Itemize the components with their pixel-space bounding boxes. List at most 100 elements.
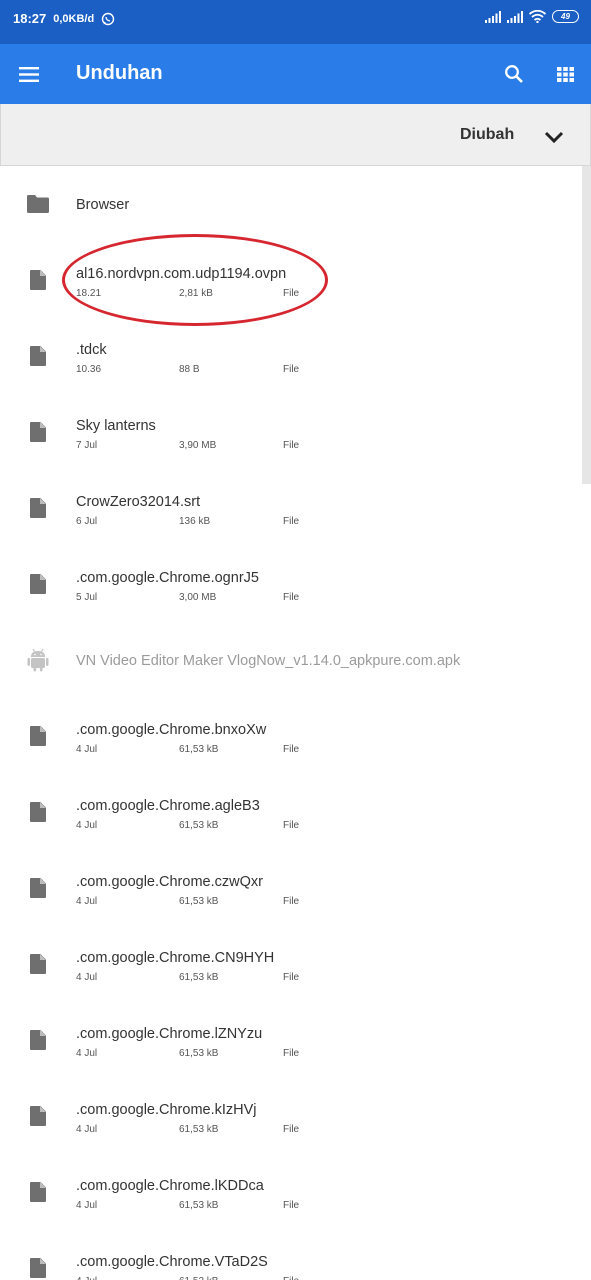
file-type: File — [283, 440, 300, 451]
status-left: 18:27 0,0KB/d — [13, 11, 115, 26]
file-row[interactable]: .tdck 10.36 88 B File — [0, 318, 580, 394]
file-date: 5 Jul — [76, 592, 98, 603]
wifi-icon — [529, 10, 546, 23]
file-size: 61,53 kB — [179, 1124, 219, 1135]
file-row[interactable]: CrowZero32014.srt 6 Jul 136 kB File — [0, 470, 580, 546]
file-date: 4 Jul — [76, 896, 98, 907]
file-name: al16.nordvpn.com.udp1194.ovpn — [76, 266, 287, 282]
file-row[interactable]: .com.google.Chrome.lKDDca 4 Jul 61,53 kB Fi… — [0, 1154, 580, 1230]
file-date: 4 Jul — [76, 1200, 98, 1211]
app-bar: Unduhan — [0, 44, 591, 104]
file-size: 3,90 MB — [179, 440, 217, 451]
file-type: File — [283, 896, 300, 907]
file-size: 61,53 kB — [179, 1276, 218, 1280]
file-icon — [26, 572, 50, 596]
file-name: .com.google.Chrome.agleB3 — [76, 798, 260, 814]
battery-icon: 49 — [552, 10, 579, 23]
file-type: File — [283, 1048, 300, 1059]
file-size: 61,53 kB — [179, 896, 219, 907]
file-type: File — [283, 972, 300, 983]
file-date: 7 Jul — [76, 440, 98, 451]
file-icon — [26, 420, 50, 444]
search-icon — [505, 65, 523, 83]
file-size: 61,53 kB — [179, 1048, 219, 1059]
file-name: .com.google.Chrome.CN9HYH — [76, 950, 275, 966]
file-row[interactable]: .com.google.Chrome.kIzHVj 4 Jul 61,53 kB Fi… — [0, 1078, 580, 1154]
file-type: File — [283, 820, 300, 831]
file-date: 10.36 — [76, 364, 102, 375]
signal-icon-2 — [507, 10, 523, 23]
sort-label[interactable]: Diubah — [460, 126, 514, 144]
folder-row[interactable]: Browser — [0, 166, 580, 242]
file-row[interactable]: VN Video Editor Maker VlogNow_v1.14.0_ap… — [0, 622, 580, 698]
folder-icon — [26, 192, 50, 216]
file-icon — [26, 496, 50, 520]
file-icon — [26, 1180, 50, 1204]
file-name: .com.google.Chrome.bnxoXw — [76, 722, 267, 738]
file-icon — [26, 1028, 50, 1052]
network-speed: 0,0KB/d — [53, 12, 95, 25]
file-row[interactable]: .com.google.Chrome.czwQxr 4 Jul 61,53 kB Fi… — [0, 850, 580, 926]
file-date: 4 Jul — [76, 1048, 98, 1059]
file-row[interactable]: .com.google.Chrome.ognrJ5 5 Jul 3,00 MB Fil… — [0, 546, 580, 622]
status-time: 18:27 — [13, 11, 47, 26]
scrollbar[interactable] — [582, 166, 591, 484]
chevron-down-icon — [544, 131, 564, 143]
file-date: 4 Jul — [76, 972, 98, 983]
file-name: Sky lanterns — [76, 418, 156, 434]
file-date: 4 Jul — [76, 1124, 98, 1135]
file-date: 4 Jul — [76, 744, 98, 755]
android-icon — [26, 648, 50, 672]
sort-bar: Diubah — [0, 104, 591, 166]
status-bar: 18:27 0,0KB/d 49 — [0, 0, 591, 44]
file-type: File — [283, 592, 300, 603]
hamburger-menu-icon — [19, 66, 39, 82]
file-icon — [26, 344, 50, 368]
file-name: .tdck — [76, 342, 107, 358]
grid-view-icon — [556, 66, 574, 82]
file-name: Browser — [76, 197, 130, 213]
search-button[interactable] — [499, 59, 529, 89]
file-name: .com.google.Chrome.VTaD2S — [76, 1254, 268, 1270]
file-icon — [26, 268, 50, 292]
file-icon — [26, 952, 50, 976]
grid-view-button[interactable] — [550, 59, 580, 89]
file-icon — [26, 800, 50, 824]
file-icon — [26, 876, 50, 900]
file-type: File — [283, 288, 300, 299]
file-row[interactable]: .com.google.Chrome.bnxoXw 4 Jul 61,53 kB Fi… — [0, 698, 580, 774]
file-type: File — [283, 1200, 300, 1211]
file-row[interactable]: .com.google.Chrome.CN9HYH 4 Jul 61,53 kB Fi… — [0, 926, 580, 1002]
file-size: 61,53 kB — [179, 820, 219, 831]
menu-button[interactable] — [14, 59, 44, 89]
file-name: VN Video Editor Maker VlogNow_v1.14.0_ap… — [76, 653, 461, 669]
file-size: 61,53 kB — [179, 744, 219, 755]
file-type: File — [283, 1276, 299, 1280]
file-date: 18.21 — [76, 288, 102, 299]
file-size: 61,53 kB — [179, 1200, 219, 1211]
file-list: Browser al16.nordvpn.com.udp1194.ovpn 18.2… — [0, 166, 591, 1280]
file-row[interactable]: al16.nordvpn.com.udp1194.ovpn 18.21 2,81 k… — [0, 242, 580, 318]
file-row[interactable]: .com.google.Chrome.lZNYzu 4 Jul 61,53 kB Fi… — [0, 1002, 580, 1078]
battery-level: 49 — [561, 12, 570, 21]
file-size: 136 kB — [179, 516, 211, 527]
file-name: .com.google.Chrome.kIzHVj — [76, 1102, 257, 1118]
file-icon — [26, 724, 50, 748]
file-name: CrowZero32014.srt — [76, 494, 201, 510]
file-type: File — [283, 1124, 300, 1135]
file-icon — [26, 1104, 50, 1128]
sort-dropdown-button[interactable] — [539, 122, 569, 152]
file-type: File — [283, 744, 300, 755]
file-date: 6 Jul — [76, 516, 98, 527]
page-title: Unduhan — [76, 62, 163, 84]
file-row[interactable]: .com.google.Chrome.agleB3 4 Jul 61,53 kB Fi… — [0, 774, 580, 850]
file-size: 88 B — [179, 364, 200, 375]
status-right: 49 — [485, 10, 579, 23]
file-name: .com.google.Chrome.ognrJ5 — [76, 570, 259, 586]
file-size: 3,00 MB — [179, 592, 217, 603]
file-row[interactable]: .com.google.Chrome.VTaD2S 4 Jul 61,53 kB Fi… — [0, 1230, 580, 1280]
file-icon — [26, 1256, 50, 1280]
file-name: .com.google.Chrome.lKDDca — [76, 1178, 264, 1194]
file-type: File — [283, 516, 300, 527]
file-row[interactable]: Sky lanterns 7 Jul 3,90 MB File — [0, 394, 580, 470]
